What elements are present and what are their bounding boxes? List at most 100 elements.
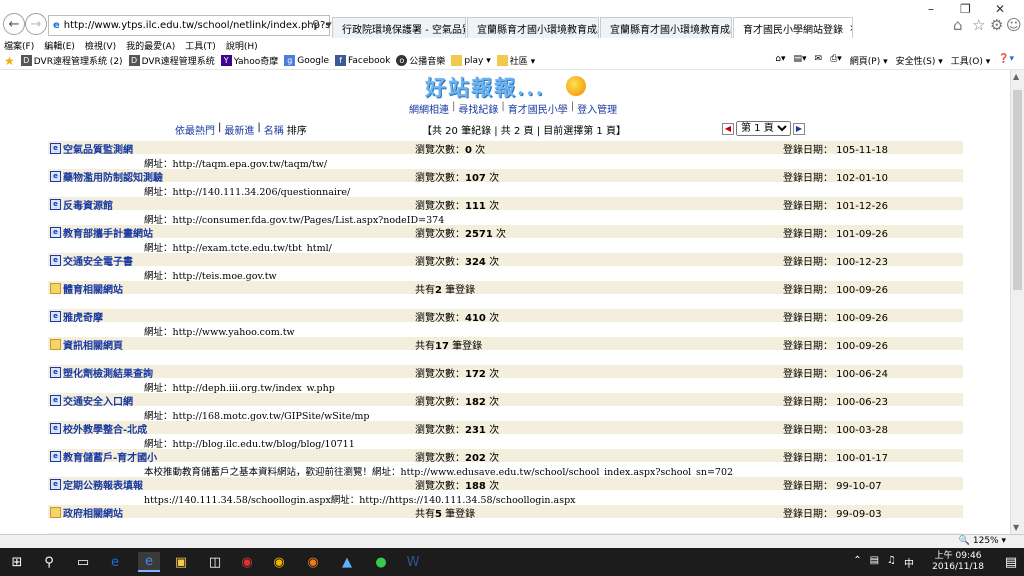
store-icon[interactable]: ◫	[204, 552, 226, 572]
tab-3[interactable]: 宜蘭縣育才國小環境教育成果網	[600, 17, 732, 38]
tray-up-icon[interactable]: ⌃	[853, 555, 861, 570]
volume-icon[interactable]: ♫	[887, 555, 896, 570]
notifications-icon[interactable]: ▤	[1000, 552, 1022, 572]
firefox-icon[interactable]: ◉	[302, 552, 324, 572]
row-url: 網址：http://teis.moe.gov.tw	[144, 271, 277, 282]
cmd-tools[interactable]: 工具(O) ▾	[951, 54, 991, 67]
page-select[interactable]: 第 1 頁	[736, 121, 791, 136]
scroll-up-icon[interactable]: ▲	[1013, 72, 1019, 81]
tab-4[interactable]: 育才國民小學網站登錄 ×	[733, 17, 853, 38]
rss-icon[interactable]: ▤▾	[794, 54, 807, 67]
sort-hits-link[interactable]: 依最熱門	[175, 122, 215, 137]
maximize-icon[interactable]: ❐	[960, 2, 971, 16]
taskbar: ⊞ ⚲ ▭ e e ▣ ◫ ◉ ◉ ◉ ▲ ● W ⌃ ▤ ♫ 中 上午 09:…	[0, 548, 1024, 576]
scroll-down-icon[interactable]: ▼	[1013, 523, 1019, 532]
menu-tools[interactable]: 工具(T)	[185, 39, 216, 52]
print-icon[interactable]: ⎙▾	[830, 54, 842, 67]
edge-icon[interactable]: e	[104, 552, 126, 572]
ime-indicator[interactable]: 中	[904, 555, 914, 570]
help-icon[interactable]: ❓▾	[998, 54, 1014, 67]
zoom-level[interactable]: 🔍 125% ▾	[959, 536, 1006, 546]
link-icon: e	[50, 367, 61, 378]
menu-view[interactable]: 檢視(V)	[85, 39, 116, 52]
table-row: 體育相關網站 共有2 筆登錄 登錄日期： 100-09-26	[48, 281, 963, 296]
row-url: 網址：http://168.motc.gov.tw/GIPSite/wSite/…	[144, 411, 370, 422]
row-detail: 網址：http://deph.iii.org.tw/index_w.php	[48, 378, 963, 394]
table-row: e 雅虎奇摩 瀏覽次數：410 次登錄日期： 100-09-26	[48, 309, 963, 324]
cmd-safety[interactable]: 安全性(S) ▾	[896, 54, 943, 67]
line-icon[interactable]: ●	[370, 552, 392, 572]
row-detail	[48, 518, 963, 533]
address-bar[interactable]: e http://www.ytps.ilc.edu.tw/school/netl…	[48, 15, 330, 36]
link-school[interactable]: 育才國民小學	[508, 101, 568, 116]
fav-yahoo[interactable]: Y Yahoo奇摩	[220, 54, 278, 67]
forward-button[interactable]: →	[25, 13, 47, 35]
fav-dvr-2[interactable]: D DVR遠程管理系统 (2)	[20, 54, 123, 67]
minimize-icon[interactable]: –	[928, 2, 934, 16]
prev-page-icon[interactable]: ◀	[722, 122, 734, 135]
status-bar: 🔍 125% ▾	[0, 534, 1024, 548]
row-url: 網址：http://exam.tcte.edu.tw/tbt_html/	[144, 243, 332, 254]
smiley-icon[interactable]: ☺	[1006, 16, 1022, 34]
menu-help[interactable]: 說明(H)	[226, 39, 258, 52]
back-button[interactable]: ←	[3, 13, 25, 35]
window-close-icon[interactable]: ✕	[995, 2, 1005, 16]
task-view-icon[interactable]: ▭	[72, 552, 94, 572]
link-search[interactable]: 尋找紀錄	[458, 101, 498, 116]
fav-play-folder[interactable]: play ▾	[451, 55, 491, 66]
menu-favorites[interactable]: 我的最愛(A)	[126, 39, 175, 52]
network-icon[interactable]: ▤	[870, 555, 879, 570]
tab-2[interactable]: 宜蘭縣育才國小環境教育成果網	[467, 17, 599, 38]
scroll-thumb[interactable]	[1013, 90, 1022, 290]
search-icon[interactable]: ⚲	[312, 18, 320, 31]
gear-icon[interactable]: ⚙	[990, 16, 1003, 34]
fav-dvr[interactable]: D DVR遠程管理系统	[128, 54, 215, 67]
row-detail: 網址：http://blog.ilc.edu.tw/blog/blog/1071…	[48, 434, 963, 450]
row-url: 網址：http://deph.iii.org.tw/index_w.php	[144, 383, 335, 394]
chrome-icon[interactable]: ◉	[268, 552, 290, 572]
table-row: e 空氣品質監測網 瀏覽次數：0 次登錄日期： 105-11-18	[48, 141, 963, 156]
word-icon[interactable]: W	[402, 552, 424, 572]
fav-facebook[interactable]: f Facebook	[335, 55, 390, 66]
tab-label: 宜蘭縣育才國小環境教育成果網	[610, 24, 731, 36]
table-row: e 反毒資源館 瀏覽次數：111 次登錄日期： 101-12-26	[48, 197, 963, 212]
app-icon[interactable]: ◉	[236, 552, 258, 572]
link-list: e 空氣品質監測網 瀏覽次數：0 次登錄日期： 105-11-18 網址：http:/…	[48, 141, 963, 534]
star-icon[interactable]: ☆	[972, 16, 985, 34]
mail-icon[interactable]: ✉	[815, 54, 823, 67]
home-cmd-icon[interactable]: ⌂▾	[775, 54, 785, 67]
link-icon: e	[50, 143, 61, 154]
next-page-icon[interactable]: ▶	[793, 122, 805, 135]
table-row: e 校外教學整合-北成 瀏覽次數：231 次登錄日期： 100-03-28	[48, 421, 963, 436]
menu-edit[interactable]: 編輯(E)	[44, 39, 75, 52]
sort-new-link[interactable]: 最新進	[224, 122, 254, 137]
link-login[interactable]: 登入管理	[577, 101, 617, 116]
tab-close-icon[interactable]: ×	[849, 23, 852, 34]
app2-icon[interactable]: ▲	[336, 552, 358, 572]
tab-1[interactable]: 行政院環境保護署 - 空氣品質...	[332, 17, 466, 38]
dropdown-icon[interactable]: ▾	[326, 18, 332, 31]
fav-google[interactable]: g Google	[284, 55, 329, 66]
star-add-icon[interactable]: ★	[4, 54, 15, 68]
clock-time: 上午 09:46	[934, 551, 982, 561]
fav-community-folder[interactable]: 社區 ▾	[496, 54, 536, 67]
clock[interactable]: 上午 09:46 2016/11/18	[932, 551, 984, 573]
row-detail: 網址：http://168.motc.gov.tw/GIPSite/wSite/…	[48, 406, 963, 422]
vertical-scrollbar[interactable]: ▲ ▼	[1010, 70, 1024, 534]
cmd-page[interactable]: 網頁(P) ▾	[850, 54, 888, 67]
link-netlink[interactable]: 網網相連	[409, 101, 449, 116]
menu-bar: 檔案(F) 編輯(E) 檢視(V) 我的最愛(A) 工具(T) 說明(H)	[0, 38, 1024, 52]
tab-label: 育才國民小學網站登錄	[743, 24, 843, 36]
dvr-icon: D	[20, 55, 32, 66]
fav-label: 社區 ▾	[509, 57, 536, 67]
row-detail: https://140.111.34.58/schoollogin.aspx網址…	[48, 490, 963, 506]
fav-music[interactable]: o 公播音樂	[396, 54, 445, 67]
ie-icon[interactable]: e	[138, 552, 160, 572]
home-icon[interactable]: ⌂	[953, 16, 963, 34]
menu-file[interactable]: 檔案(F)	[4, 39, 34, 52]
sort-name-link[interactable]: 名稱	[264, 122, 284, 137]
windows-start-icon[interactable]: ⊞	[6, 552, 28, 572]
file-explorer-icon[interactable]: ▣	[170, 552, 192, 572]
search-icon[interactable]: ⚲	[38, 552, 60, 572]
fav-label: play ▾	[464, 55, 491, 66]
